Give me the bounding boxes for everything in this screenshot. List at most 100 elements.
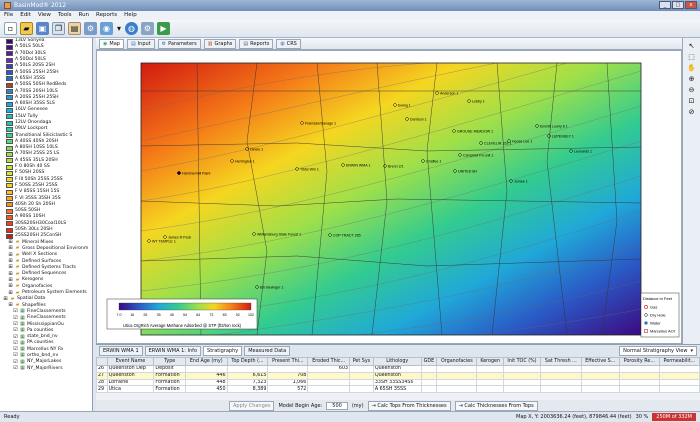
menu-file[interactable]: File [4, 12, 13, 19]
tab-crs[interactable]: ◍ CRS [276, 38, 301, 49]
menu-edit[interactable]: Edit [20, 12, 31, 19]
table-cell[interactable] [476, 385, 504, 394]
column-header[interactable]: Sat Thresh ... [540, 357, 582, 366]
table-cell[interactable] [349, 371, 374, 380]
table-cell[interactable]: Formation [153, 371, 187, 380]
table-cell[interactable]: 6,615 [226, 371, 269, 380]
menu-help[interactable]: Help [124, 12, 137, 19]
table-cell[interactable]: Queenston [372, 371, 422, 380]
table-cell[interactable] [502, 365, 542, 373]
table-cell[interactable] [580, 371, 620, 380]
zoom-extent-icon[interactable]: ⊡ [689, 97, 695, 105]
table-cell[interactable]: 450 [185, 385, 228, 394]
table-cell[interactable] [580, 378, 620, 387]
expand-icon[interactable]: ⊞ [8, 246, 13, 251]
column-header[interactable]: GDE [420, 357, 438, 366]
tab-reports[interactable]: ▤ Reports [239, 38, 274, 49]
pointer-icon[interactable]: ↖ [689, 42, 695, 50]
column-header[interactable]: Pet Sys [349, 357, 374, 366]
table-cell[interactable]: Formation [153, 385, 187, 394]
tree-item[interactable]: ☑ ▦ NY_MajorRivers [1, 365, 92, 371]
table-cell[interactable] [618, 371, 660, 380]
table-cell[interactable]: 29 [96, 385, 108, 394]
checkbox-icon[interactable]: ☑ [13, 334, 18, 340]
table-cell[interactable]: 448 [185, 378, 228, 387]
close-button[interactable]: x [685, 1, 697, 9]
table-cell[interactable] [420, 378, 438, 387]
expand-icon[interactable]: ⊞ [8, 265, 13, 270]
minimize-button[interactable]: _ [659, 1, 671, 9]
checkbox-icon[interactable]: ☑ [13, 322, 18, 327]
tree-item[interactable]: ⊞ ▰ Petroleum System Elements [1, 290, 92, 296]
menu-view[interactable]: View [38, 12, 51, 19]
column-header[interactable] [96, 357, 108, 366]
table-cell[interactable] [307, 371, 351, 380]
tab-well-info[interactable]: ERWIN WMA 1: Info [144, 346, 202, 356]
table-cell[interactable] [476, 365, 504, 373]
column-header[interactable]: Event Name [106, 357, 155, 366]
calc-thicknesses-button[interactable]: ⇥ Calc Thicknesses From Tops [454, 400, 538, 411]
gear-icon[interactable]: ⚙ [141, 22, 154, 35]
hand-icon[interactable]: ✋ [687, 64, 696, 72]
select-icon[interactable]: ⬚ [688, 53, 695, 61]
checkbox-icon[interactable]: ☑ [13, 366, 18, 371]
table-cell[interactable] [476, 378, 504, 387]
save-icon[interactable]: ▣ [36, 22, 49, 35]
checkbox-icon[interactable]: ☑ [13, 340, 18, 346]
table-cell[interactable]: 8,389 [226, 385, 269, 394]
column-header[interactable]: Eroded Thic... [307, 357, 351, 366]
open-icon[interactable]: ▰ [20, 22, 33, 35]
table-cell[interactable] [349, 378, 374, 387]
checkbox-icon[interactable]: ☑ [13, 353, 18, 358]
table-row[interactable]: 29 Utica Formation 450 8,389 572 A 65SH 35SS [96, 385, 700, 394]
expand-icon[interactable]: ⊞ [3, 296, 8, 302]
table-cell[interactable] [658, 385, 700, 394]
expand-icon[interactable]: ⊞ [8, 290, 13, 296]
table-cell[interactable] [580, 365, 620, 373]
table-cell[interactable] [540, 371, 582, 380]
table-cell[interactable]: Deposit [153, 365, 187, 373]
table-row[interactable]: 26 Queenston Dep Deposit 603 Queenston [96, 365, 700, 373]
tab-graphs[interactable]: ▥ Graphs [203, 38, 237, 49]
table-cell[interactable]: 708 [267, 371, 309, 380]
zoom-prev-icon[interactable]: ⊘ [689, 108, 695, 116]
table-row[interactable]: 27 Queenston Formation 446 6,615 708 Queenston [96, 371, 700, 380]
table-cell[interactable]: 7,323 [226, 378, 269, 387]
column-header[interactable]: Lithology [372, 357, 422, 366]
table-cell[interactable]: 33SH 33SS34Ss [372, 378, 422, 387]
table-cell[interactable] [540, 378, 582, 387]
copy-icon[interactable]: ❐ [52, 22, 65, 35]
table-cell[interactable] [618, 365, 660, 373]
expand-icon[interactable]: ⊞ [8, 252, 13, 258]
table-cell[interactable]: Queenston [106, 371, 155, 380]
column-header[interactable]: Organofacies [436, 357, 478, 366]
table-cell[interactable]: 446 [185, 371, 228, 380]
apply-changes-button[interactable]: Apply Changes [229, 400, 275, 411]
column-header[interactable]: Permeabilit... [658, 357, 700, 366]
tab-input[interactable]: ▤ Input [126, 38, 155, 49]
table-cell[interactable]: Queenston [372, 365, 422, 373]
table-cell[interactable]: Queenston Dep [106, 365, 155, 373]
table-cell[interactable] [349, 385, 374, 394]
model-begin-input[interactable]: 500 [326, 401, 348, 410]
checkbox-icon[interactable]: ☑ [13, 359, 18, 365]
table-cell[interactable] [618, 385, 660, 394]
map-canvas[interactable]: Hammermill Paint Herrington 1 Dinele 1 Fram… [97, 51, 681, 343]
table-cell[interactable] [267, 365, 309, 373]
table-cell[interactable] [658, 371, 700, 380]
expand-icon[interactable]: ⊞ [8, 240, 13, 245]
table-cell[interactable] [420, 365, 438, 373]
column-header[interactable]: Kerogen [476, 357, 504, 366]
table-cell[interactable]: 603 [307, 365, 351, 373]
table-cell[interactable] [349, 365, 374, 373]
menu-reports[interactable]: Reports [96, 12, 117, 19]
play-icon[interactable]: ▶ [157, 22, 170, 35]
column-header[interactable]: Present Thi... [267, 357, 309, 366]
expand-icon[interactable]: ⊞ [8, 284, 13, 289]
table-cell[interactable]: 1,066 [267, 378, 309, 387]
chevron-down-icon[interactable]: ▾ [116, 22, 122, 35]
table-cell[interactable] [307, 385, 351, 394]
expand-icon[interactable]: ⊞ [8, 271, 13, 277]
table-row[interactable]: 28 Lorraine Formation 448 7,323 1,066 33SH 33S… [96, 378, 700, 387]
column-header[interactable]: Init TOC (%) [502, 357, 542, 366]
